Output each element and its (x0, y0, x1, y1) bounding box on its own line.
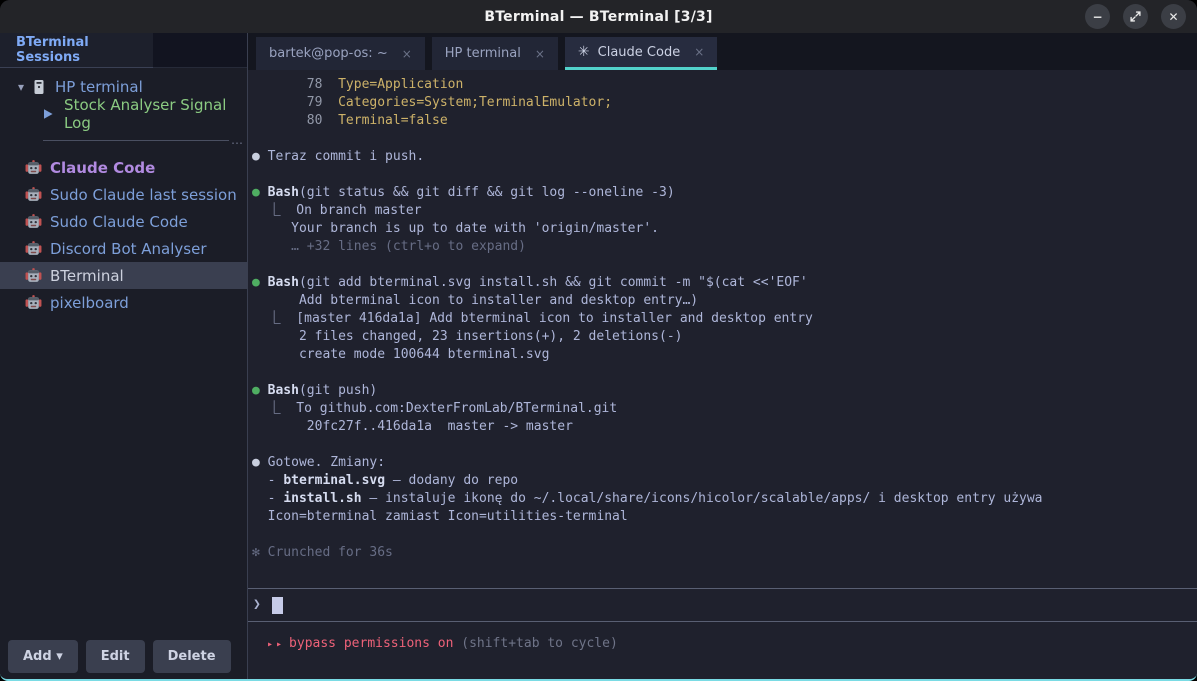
tab-label: bartek@pop-os: ~ (269, 46, 388, 61)
bterminal-window: BTerminal — BTerminal [3/3] −✕ BTerminal… (0, 0, 1197, 681)
robot-icon (25, 240, 42, 257)
terminal-line: create mode 100644 bterminal.svg (252, 346, 1197, 364)
edit-button[interactable]: Edit (86, 640, 145, 673)
terminal-line: - install.sh — instaluje ikonę do ~/.loc… (252, 490, 1197, 508)
tab-claude-code[interactable]: ✳ Claude Code × (565, 37, 717, 70)
terminal-line: ● Bash(git status && git diff && git log… (252, 184, 1197, 202)
terminal-line: Add bterminal icon to installer and desk… (252, 292, 1197, 310)
terminal-line: 80 Terminal=false (252, 112, 1197, 130)
terminal-line: ✻ Crunched for 36s (252, 544, 1197, 562)
window-controls: −✕ (1085, 4, 1186, 29)
sessions-tree: ▾ HP terminal Stock Analyser Signal Log … Cl… (0, 68, 247, 316)
prompt-chevron-icon: ❯ (253, 596, 261, 614)
permission-mode-label: bypass permissions on (289, 636, 453, 651)
sessions-panel-title: BTerminal Sessions (0, 33, 153, 68)
sidebar-item-sudo-claude-code[interactable]: Sudo Claude Code (0, 208, 247, 235)
tab-bartek-pop-os-[interactable]: bartek@pop-os: ~ × (256, 37, 425, 70)
tab-bar: bartek@pop-os: ~ × HP terminal × ✳ Claude Cod… (248, 33, 1197, 70)
bypass-arrows-icon: ▸▸ (267, 639, 285, 650)
status-line: ▸▸ bypass permissions on (shift+tab to cy… (248, 622, 1197, 679)
terminal-line: ⎿ To github.com:DexterFromLab/BTerminal.… (252, 400, 1197, 418)
close-icon[interactable]: × (535, 47, 545, 61)
chevron-down-icon[interactable]: ▾ (8, 80, 30, 94)
content-area: bartek@pop-os: ~ × HP terminal × ✳ Claude Cod… (248, 33, 1197, 679)
minimize-button[interactable]: − (1085, 4, 1110, 29)
robot-icon (25, 186, 42, 203)
text-cursor (272, 597, 283, 614)
maximize-button[interactable] (1123, 4, 1148, 29)
titlebar[interactable]: BTerminal — BTerminal [3/3] −✕ (0, 0, 1197, 33)
sidebar-item-stock-analyser-signal-log[interactable]: Stock Analyser Signal Log (0, 100, 247, 127)
robot-icon (25, 159, 42, 176)
sidebar-button-row: Add ▾EditDelete (0, 640, 247, 679)
terminal-line (252, 526, 1197, 544)
terminal-line: 20fc27f..416da1a master -> master (252, 418, 1197, 436)
terminal-line (252, 436, 1197, 454)
sidebar-item-pixelboard[interactable]: pixelboard (0, 289, 247, 316)
terminal-line: 2 files changed, 23 insertions(+), 2 del… (252, 328, 1197, 346)
terminal-line: ● Teraz commit i push. (252, 148, 1197, 166)
sidebar-header-fill (153, 33, 247, 68)
divider-dots: … (231, 133, 243, 147)
robot-icon (25, 294, 42, 311)
tab-label: Claude Code (598, 45, 681, 60)
sidebar-item-label: pixelboard (50, 294, 129, 312)
terminal-line: Icon=bterminal zamiast Icon=utilities-te… (252, 508, 1197, 526)
close-icon[interactable]: × (402, 47, 412, 61)
tab-hp-terminal[interactable]: HP terminal × (432, 37, 558, 70)
terminal-line: ● Gotowe. Zmiany: (252, 454, 1197, 472)
sidebar-item-label: Sudo Claude Code (50, 213, 188, 231)
tree-divider: … (0, 127, 247, 154)
sidebar-item-sudo-claude-last-session[interactable]: Sudo Claude last session (0, 181, 247, 208)
terminal-line: - bterminal.svg — dodany do repo (252, 472, 1197, 490)
terminal-line: ● Bash(git add bterminal.svg install.sh … (252, 274, 1197, 292)
sessions-sidebar: BTerminal Sessions ▾ HP terminal Stock Ana… (0, 33, 248, 679)
terminal-output: 78 Type=Application 79 Categories=System… (248, 70, 1197, 588)
main-area: BTerminal Sessions ▾ HP terminal Stock Ana… (0, 33, 1197, 679)
divider-line (43, 140, 229, 141)
sidebar-item-label: Sudo Claude last session (50, 186, 237, 204)
close-icon[interactable]: × (694, 45, 704, 59)
terminal-line (252, 130, 1197, 148)
terminal-line: Your branch is up to date with 'origin/m… (252, 220, 1197, 238)
prompt-input[interactable]: ❯ (248, 588, 1197, 622)
terminal-line (252, 364, 1197, 382)
pc-icon (30, 78, 47, 95)
terminal-line (252, 256, 1197, 274)
terminal-line: 78 Type=Application (252, 76, 1197, 94)
terminal-line: ⎿ On branch master (252, 202, 1197, 220)
terminal-line (252, 166, 1197, 184)
terminal-line: … +32 lines (ctrl+o to expand) (252, 238, 1197, 256)
sidebar-header: BTerminal Sessions (0, 33, 247, 68)
sidebar-item-claude-code[interactable]: Claude Code (0, 154, 247, 181)
play-icon (40, 105, 56, 122)
busy-asterisk-icon: ✳ (578, 44, 590, 60)
robot-icon (25, 267, 42, 284)
mode-hint-label: (shift+tab to cycle) (453, 636, 617, 651)
sidebar-item-label: HP terminal (55, 78, 143, 96)
terminal-line: ● Bash(git push) (252, 382, 1197, 400)
delete-button[interactable]: Delete (153, 640, 231, 673)
window-title: BTerminal — BTerminal [3/3] (484, 9, 712, 25)
terminal-line: ⎿ [master 416da1a] Add bterminal icon to… (252, 310, 1197, 328)
terminal-line: 79 Categories=System;TerminalEmulator; (252, 94, 1197, 112)
sidebar-item-discord-bot-analyser[interactable]: Discord Bot Analyser (0, 235, 247, 262)
sidebar-item-label: Claude Code (50, 159, 155, 177)
tab-label: HP terminal (445, 46, 521, 61)
terminal-pane[interactable]: 78 Type=Application 79 Categories=System… (248, 70, 1197, 679)
sidebar-item-label: Discord Bot Analyser (50, 240, 206, 258)
robot-icon (25, 213, 42, 230)
add-button[interactable]: Add ▾ (8, 640, 78, 673)
close-button[interactable]: ✕ (1161, 4, 1186, 29)
sidebar-item-bterminal[interactable]: BTerminal (0, 262, 247, 289)
sidebar-item-label: BTerminal (50, 267, 124, 285)
